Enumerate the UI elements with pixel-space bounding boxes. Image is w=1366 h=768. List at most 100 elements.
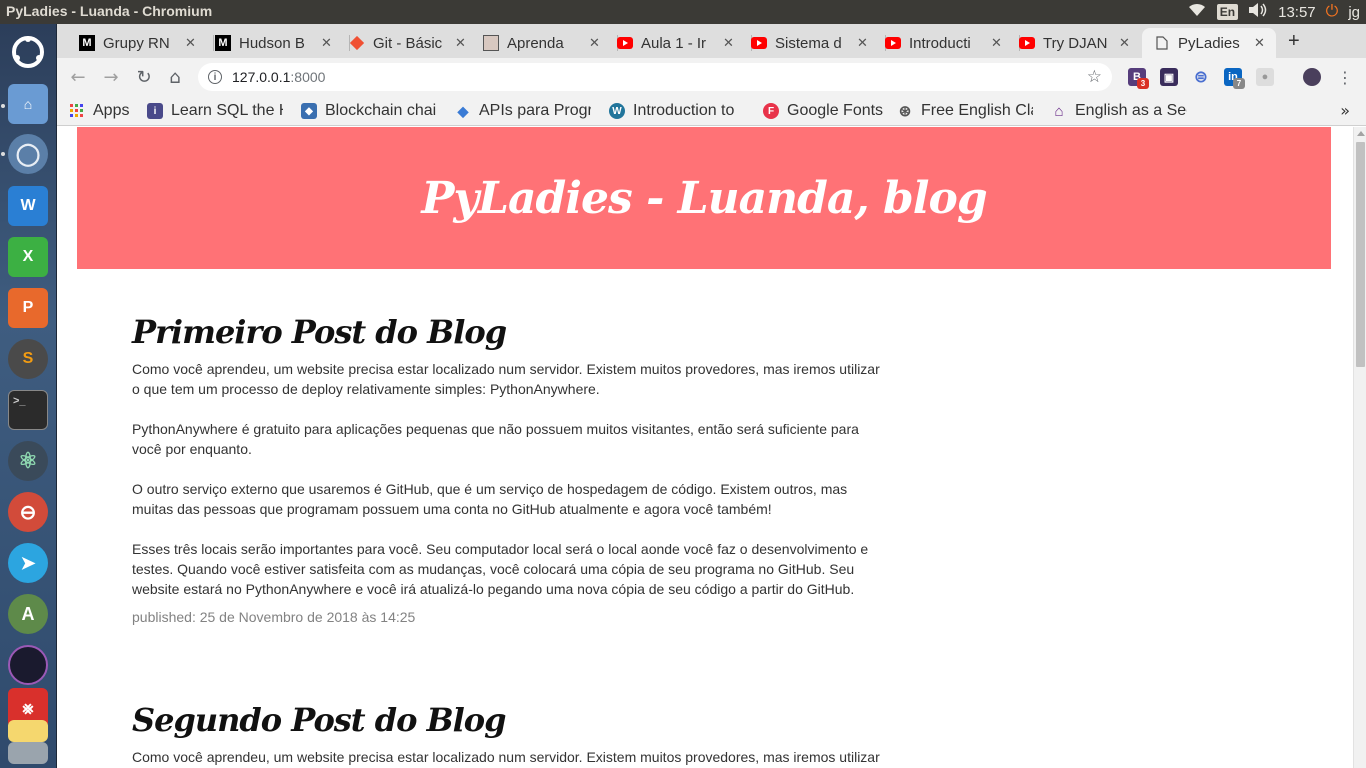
bookmark-google-fonts[interactable]: F Google Fonts <box>763 100 883 122</box>
globe-icon: ⊛ <box>898 103 912 120</box>
chromium-icon[interactable]: ◯ <box>8 134 48 174</box>
medium-icon: M <box>215 35 231 51</box>
more-bookmarks-icon[interactable]: » <box>1340 101 1350 120</box>
help-icon[interactable]: ⊖ <box>8 492 48 532</box>
sublime-icon[interactable]: S <box>8 339 48 379</box>
cube-icon: ◆ <box>301 103 317 119</box>
youtube-icon <box>885 35 901 51</box>
wordpress-icon: W <box>609 103 625 119</box>
new-tab-button[interactable]: + <box>1288 30 1300 53</box>
post-paragraph: PythonAnywhere é gratuito para aplicaçõe… <box>132 421 859 457</box>
bookmark-apps[interactable]: Apps <box>69 100 129 122</box>
sync-extension-icon[interactable]: ⊜ <box>1192 68 1210 86</box>
tab-hudson[interactable]: M Hudson B ✕ <box>215 28 350 58</box>
keyboard-language-indicator[interactable]: En <box>1216 4 1239 20</box>
book-icon: i <box>147 103 163 119</box>
bookmark-english-second[interactable]: ⌂ English as a Sec <box>1051 100 1187 122</box>
volume-icon[interactable] <box>1248 2 1268 22</box>
notes-icon[interactable] <box>8 720 48 742</box>
window-title: PyLadies - Luanda - Chromium <box>6 3 213 19</box>
profile-avatar[interactable] <box>1303 68 1321 86</box>
impress-icon[interactable]: P <box>8 288 48 328</box>
bookmark-introduction[interactable]: W Introduction to <box>609 100 745 122</box>
bookmark-apis[interactable]: ◆ APIs para Progr <box>455 100 591 122</box>
tab-aprenda[interactable]: Aprenda ✕ <box>483 28 618 58</box>
chromium-window: M Grupy RN ✕ M Hudson B ✕ Git - Básic ✕ … <box>57 24 1366 768</box>
youtube-icon <box>751 35 767 51</box>
page-header: PyLadies - Luanda, blog <box>77 127 1331 269</box>
page-title[interactable]: PyLadies - Luanda, blog <box>421 173 987 224</box>
atom-icon[interactable]: ⚛ <box>8 441 48 481</box>
fonts-icon: F <box>763 103 779 119</box>
page-scrollbar[interactable] <box>1353 127 1366 768</box>
bookmark-free-english[interactable]: ⊛ Free English Cla <box>897 100 1033 122</box>
files-icon[interactable]: ⌂ <box>8 84 48 124</box>
house-icon: ⌂ <box>1054 102 1064 120</box>
apps-grid-icon <box>69 103 85 119</box>
menu-icon[interactable]: ⋮ <box>1334 66 1356 88</box>
trash-icon[interactable] <box>8 742 48 764</box>
post-paragraph: Esses três locais serão importantes para… <box>132 541 869 597</box>
clock[interactable]: 13:57 <box>1278 4 1316 21</box>
power-icon[interactable]: ⏻ <box>1326 3 1339 21</box>
diamond-icon: ◆ <box>457 102 469 119</box>
post-paragraph: Como você aprendeu, um website precisa e… <box>132 361 880 397</box>
tab-grupy-rn[interactable]: M Grupy RN ✕ <box>79 28 214 58</box>
bookmark-learn-sql[interactable]: i Learn SQL the H <box>147 100 283 122</box>
ubuntu-logo-icon[interactable] <box>8 32 48 72</box>
site-info-icon[interactable]: i <box>208 70 222 84</box>
tab-introduction[interactable]: Introducti ✕ <box>885 28 1020 58</box>
close-tab-icon[interactable]: ✕ <box>723 35 734 51</box>
top-panel: PyLadies - Luanda - Chromium En 13:57 ⏻ … <box>0 0 1366 24</box>
extension-badge: 7 <box>1233 78 1245 89</box>
person-avatar-icon <box>483 35 499 51</box>
post-title[interactable]: Primeiro Post do Blog <box>132 313 882 351</box>
vpn-icon[interactable] <box>8 645 48 685</box>
post-published-date: published: 25 de Novembro de 2018 às 14:… <box>132 609 416 625</box>
address-bar[interactable]: i 127.0.0.1:8000 ☆ <box>198 63 1112 91</box>
calc-icon[interactable]: X <box>8 237 48 277</box>
tab-aula-1[interactable]: Aula 1 - Ir ✕ <box>617 28 752 58</box>
tab-pyladies[interactable]: PyLadies ✕ <box>1142 28 1276 58</box>
forward-button[interactable]: → <box>100 66 122 88</box>
close-tab-icon[interactable]: ✕ <box>991 35 1002 51</box>
back-button[interactable]: ← <box>67 66 89 88</box>
tab-sistema[interactable]: Sistema d ✕ <box>751 28 886 58</box>
wifi-icon[interactable] <box>1187 2 1207 22</box>
youtube-icon <box>1019 35 1035 51</box>
post-1: Primeiro Post do Blog Como você aprendeu… <box>132 313 882 625</box>
writer-icon[interactable]: W <box>8 186 48 226</box>
tab-git-basico[interactable]: Git - Básic ✕ <box>349 28 484 58</box>
reload-button[interactable]: ↻ <box>133 66 155 88</box>
bookmark-star-icon[interactable]: ☆ <box>1087 67 1102 87</box>
extension-badge: 3 <box>1137 78 1149 89</box>
close-tab-icon[interactable]: ✕ <box>589 35 600 51</box>
twitch-extension-icon[interactable]: ▣ <box>1160 68 1178 86</box>
post-2: Segundo Post do Blog Como você aprendeu,… <box>132 701 882 768</box>
home-button[interactable]: ⌂ <box>164 66 186 88</box>
medium-icon: M <box>79 35 95 51</box>
unity-launcher: ⌂ ◯ W X P S >_ ⚛ ⊖ ➤ A ⨳ <box>0 24 57 768</box>
close-tab-icon[interactable]: ✕ <box>1119 35 1130 51</box>
system-tray: En 13:57 ⏻ jg <box>1187 0 1360 24</box>
url-host: 127.0.0.1 <box>232 69 291 85</box>
close-tab-icon[interactable]: ✕ <box>185 35 196 51</box>
page-icon <box>1154 35 1170 51</box>
tab-try-django[interactable]: Try DJAN ✕ <box>1019 28 1143 58</box>
close-tab-icon[interactable]: ✕ <box>857 35 868 51</box>
android-studio-icon[interactable]: A <box>8 594 48 634</box>
close-tab-icon[interactable]: ✕ <box>1254 35 1265 51</box>
bookmark-blockchain[interactable]: ◆ Blockchain chair <box>301 100 437 122</box>
tab-strip: M Grupy RN ✕ M Hudson B ✕ Git - Básic ✕ … <box>57 24 1366 58</box>
url-port: :8000 <box>290 69 326 85</box>
user-name[interactable]: jg <box>1348 4 1360 21</box>
toggle-extension-icon[interactable]: ● <box>1256 68 1274 86</box>
scroll-up-arrow-icon[interactable] <box>1357 131 1365 136</box>
scrollbar-thumb[interactable] <box>1356 142 1365 367</box>
close-tab-icon[interactable]: ✕ <box>455 35 466 51</box>
terminal-icon[interactable]: >_ <box>8 390 48 430</box>
page-viewport: PyLadies - Luanda, blog Primeiro Post do… <box>57 127 1353 768</box>
post-title[interactable]: Segundo Post do Blog <box>132 701 882 739</box>
telegram-icon[interactable]: ➤ <box>8 543 48 583</box>
close-tab-icon[interactable]: ✕ <box>321 35 332 51</box>
